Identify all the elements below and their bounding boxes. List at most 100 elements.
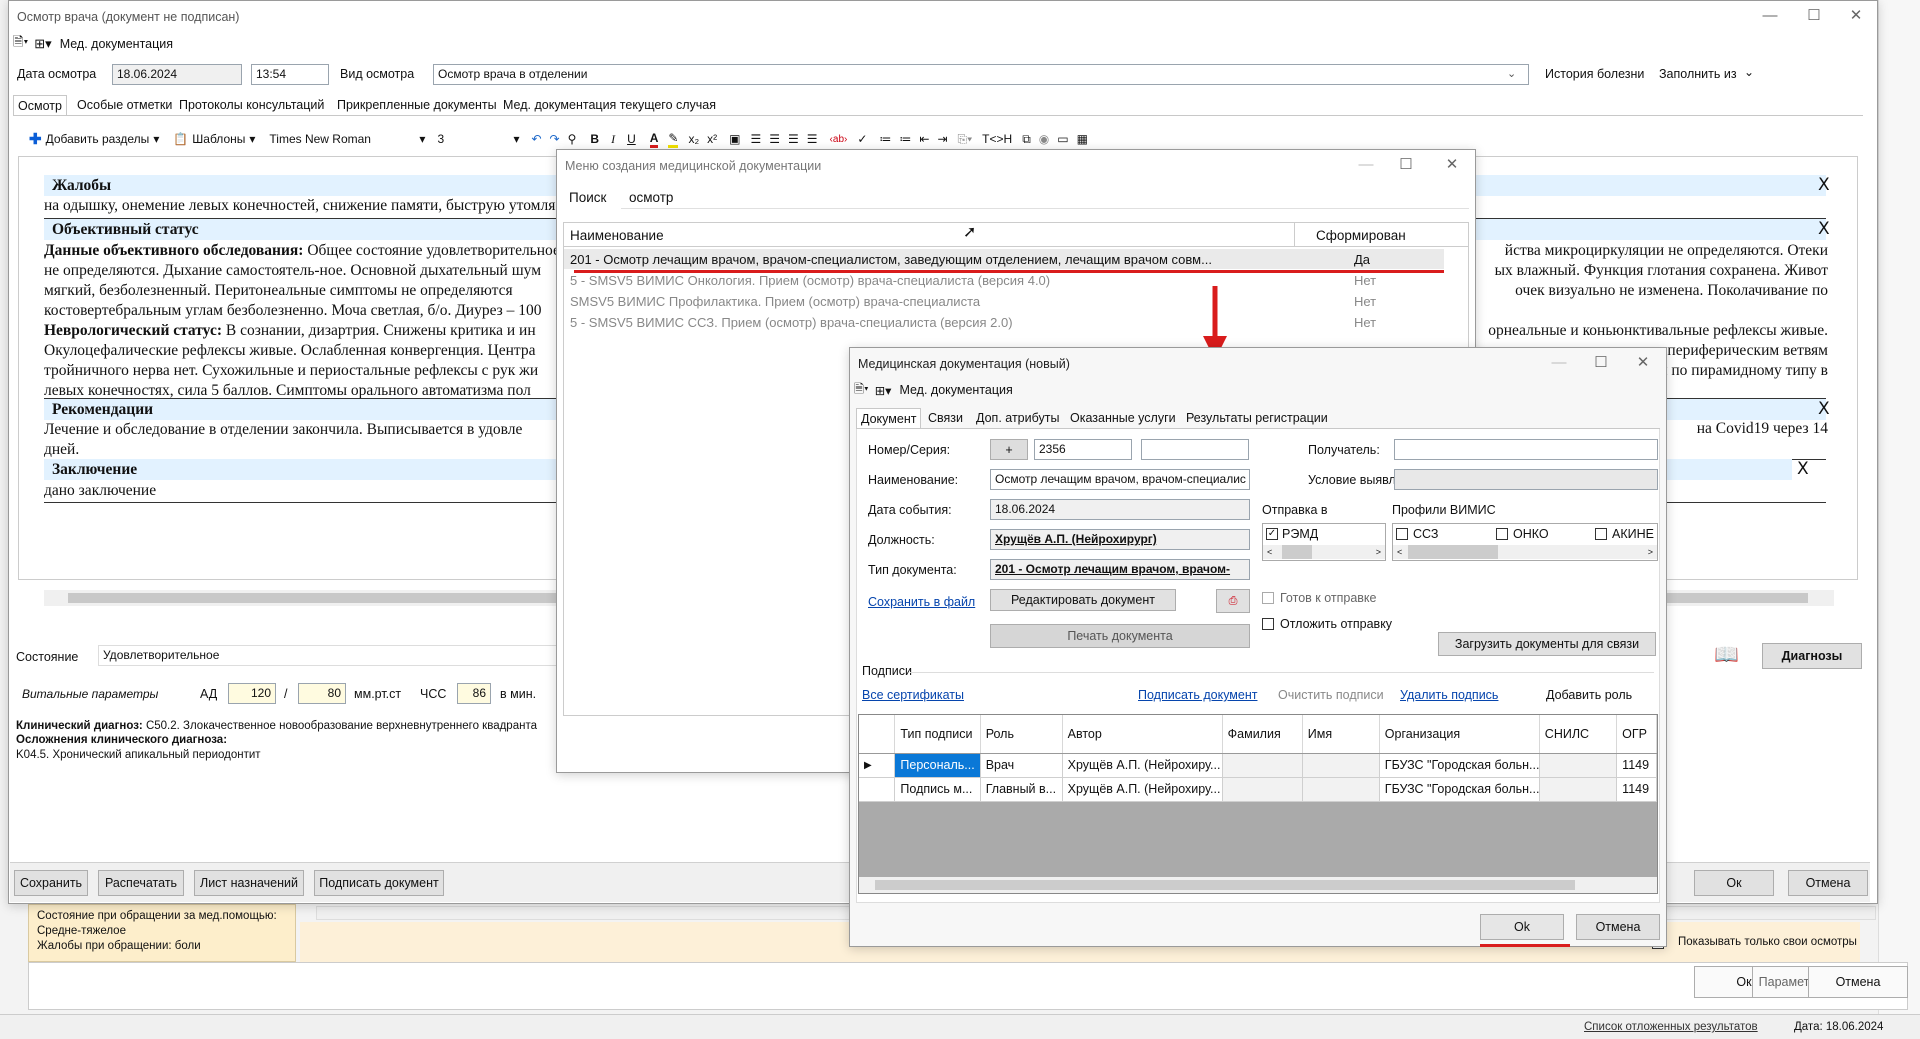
position-field[interactable]: Хрущёв А.П. (Нейрохирург) [990,529,1250,550]
doc-menu-label[interactable]: Мед. документация [899,383,1012,397]
print-button[interactable]: Распечатать [98,870,184,896]
tab-links[interactable]: Связи [924,408,967,428]
close-icon[interactable]: ✕ [1847,7,1865,25]
add-sections-button[interactable]: Добавить разделы [46,132,150,146]
section-objective-close[interactable]: X [1818,219,1830,239]
akine-checkbox[interactable] [1595,528,1607,540]
ssz-checkbox[interactable] [1396,528,1408,540]
diagnoses-button[interactable]: Диагнозы [1762,643,1862,669]
italic-icon[interactable]: I [611,132,615,147]
close-icon[interactable]: ✕ [1634,354,1652,372]
save-button[interactable]: Сохранить [14,870,88,896]
table-cell[interactable]: Врач [980,753,1063,778]
table-cell[interactable]: Персональ... [894,753,981,778]
close-icon[interactable]: ✕ [1443,156,1461,174]
numbered-list-icon[interactable]: ≔ [879,132,891,146]
history-label[interactable]: История болезни [1545,67,1644,81]
align-left-icon[interactable]: ☰ [750,132,761,146]
highlight-icon[interactable]: ✎ [668,131,679,148]
table-cell[interactable]: Хрущёв А.П. (Нейрохиру... [1062,777,1223,802]
fill-from-chevron-icon[interactable]: ⌄ [1744,65,1754,79]
fill-from-label[interactable]: Заполнить из [1659,67,1737,81]
print-document-button[interactable]: Печать документа [990,624,1250,648]
save-icon[interactable]: 🗎▾ [854,380,869,401]
size-select[interactable]: 3 [437,132,513,146]
save-to-file-link[interactable]: Сохранить в файл [868,595,975,609]
name-field[interactable]: Осмотр лечащим врачом, врачом-специалис [990,469,1250,490]
search-input[interactable]: осмотр [629,190,673,205]
font-select[interactable]: Times New Roman [269,132,419,146]
minimize-icon[interactable]: — [1550,354,1568,372]
tab-consult-protocols[interactable]: Протоколы консультаций [175,95,328,115]
doc-cancel-button[interactable]: Отмена [1576,914,1660,940]
spellcheck-icon[interactable]: ✓ [857,132,867,146]
bg-cancel-button[interactable]: Отмена [1808,966,1908,998]
binoculars-icon[interactable]: ⚲ [568,132,577,146]
med-docs-menu[interactable]: Мед. документация [60,37,173,51]
clear-signatures-link[interactable]: Очистить подписи [1278,688,1384,702]
table-row[interactable]: ▶ Персональ... Врач Хрущёв А.П. (Нейрохи… [859,753,1657,778]
onko-checkbox[interactable] [1496,528,1508,540]
all-certificates-link[interactable]: Все сертификаты [862,688,964,702]
sign-document-link[interactable]: Подписать документ [1138,688,1257,702]
save-icon[interactable]: 🗎▾ [13,33,28,55]
subscript-icon[interactable]: x₂ [688,132,699,146]
exam-date-field[interactable]: 18.06.2024 [112,64,242,85]
section-recommendations-close[interactable]: X [1818,399,1830,419]
table-cell[interactable]: ГБУЗС "Городская больн... [1379,753,1540,778]
section-complaints-close[interactable]: X [1818,175,1830,195]
superscript-icon[interactable]: x² [707,132,717,146]
align-right-icon[interactable]: ☰ [788,132,799,146]
align-center-icon[interactable]: ☰ [769,132,780,146]
maximize-icon[interactable]: ☐ [1592,354,1610,372]
outdent-icon[interactable]: ⇤ [919,132,929,146]
add-role-link[interactable]: Добавить роль [1546,688,1632,702]
send-to-scroll[interactable]: < > [1263,545,1385,559]
bullet-list-icon[interactable]: ≔ [899,132,911,146]
tab-current-case-docs[interactable]: Мед. документация текущего случая [499,95,720,115]
justify-icon[interactable]: ☰ [807,132,818,146]
image-icon[interactable]: ▣ [729,132,740,146]
sign-document-button[interactable]: Подписать документ [314,870,444,896]
table-cell[interactable]: 1149 [1616,753,1657,778]
redo-icon[interactable]: ↷ [550,132,560,146]
paste-icon[interactable]: ⎘▾ [958,132,973,147]
table-cell[interactable] [1302,777,1380,802]
field-icon[interactable]: ▭ [1057,132,1068,146]
prescriptions-button[interactable]: Лист назначений [194,870,304,896]
table-cell[interactable]: Подпись м... [894,777,981,802]
deferred-results-link[interactable]: Список отложенных результатов [1584,1021,1758,1033]
profiles-scroll[interactable]: < > [1393,545,1657,559]
maximize-icon[interactable]: ☐ [1397,156,1415,174]
templates-button[interactable]: Шаблоны [192,132,245,146]
table-cell[interactable] [1539,777,1618,802]
grid-icon[interactable]: ⊞▾ [34,36,51,52]
copy-icon[interactable]: ⧉ [1022,132,1031,147]
tab-special-notes[interactable]: Особые отметки [73,95,176,115]
add-icon[interactable]: ✚ [29,130,42,148]
tab-extra-attributes[interactable]: Доп. атрибуты [972,408,1063,428]
edit-document-button[interactable]: Редактировать документ [990,589,1176,611]
plus-button[interactable]: + [990,439,1028,460]
defer-checkbox[interactable] [1262,618,1274,630]
pdf-icon[interactable]: ⎙ [1216,589,1250,613]
tab-attached-docs[interactable]: Прикрепленные документы [333,95,501,115]
list-item-name[interactable]: 5 - SMSV5 ВИМИС Онкология. Прием (осмотр… [570,273,1050,288]
event-date-field[interactable]: 18.06.2024 [990,499,1250,520]
underline-icon[interactable]: U [627,132,636,146]
condition-field[interactable] [1394,469,1658,490]
exam-time-field[interactable]: 13:54 [251,64,329,85]
indent-icon[interactable]: ⇥ [937,132,947,146]
table-cell[interactable] [1222,777,1303,802]
table-row[interactable]: Подпись м... Главный в... Хрущёв А.П. (Н… [859,777,1657,802]
grid-icon[interactable]: ⊞▾ [875,383,892,398]
table-cell[interactable]: 1149 [1616,777,1657,802]
table-cell[interactable] [1302,753,1380,778]
minimize-icon[interactable]: — [1357,156,1375,174]
number-field[interactable]: 2356 [1034,439,1132,460]
tab-services[interactable]: Оказанные услуги [1066,408,1180,428]
book-icon[interactable]: 📖 [1714,642,1739,667]
list-item-name[interactable]: SMSV5 ВИМИС Профилактика. Прием (осмотр)… [570,294,980,309]
main-cancel-button[interactable]: Отмена [1788,870,1868,896]
grid-h-scrollbar[interactable] [859,877,1657,893]
